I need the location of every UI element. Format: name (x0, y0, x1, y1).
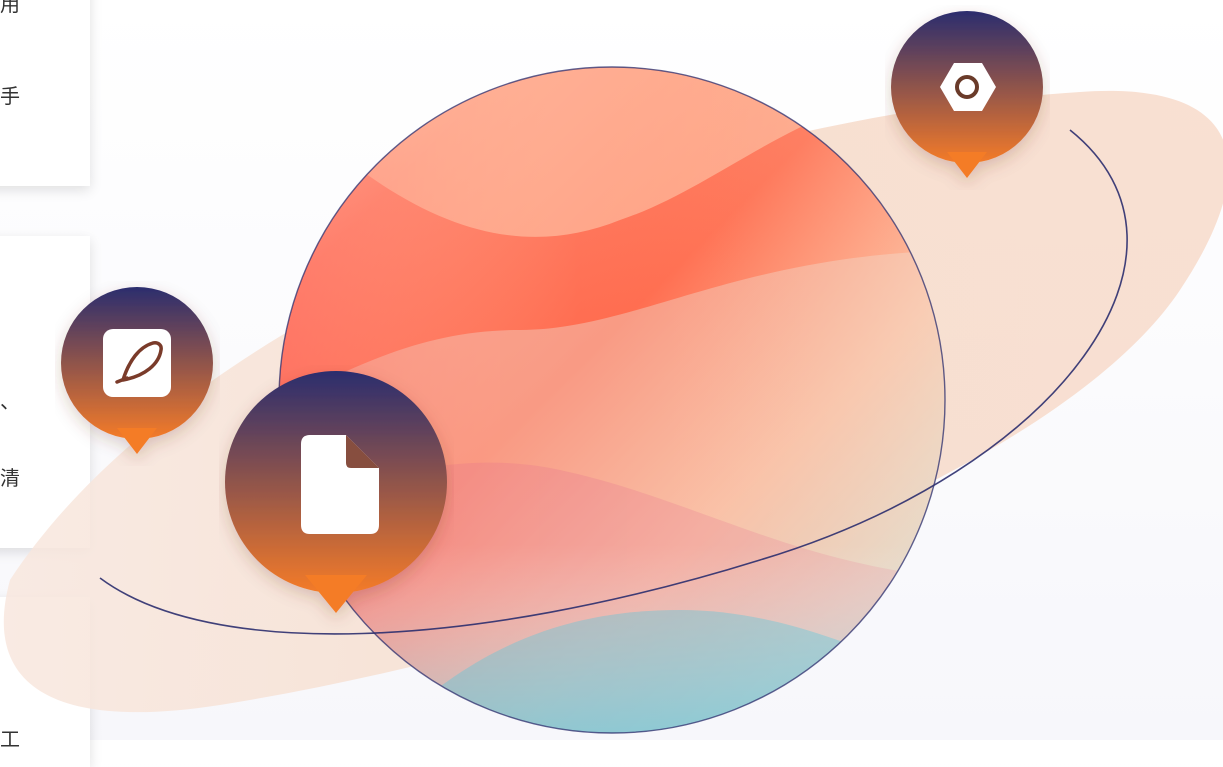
pin-edit[interactable] (55, 281, 220, 470)
pin-edit-shape (61, 287, 213, 454)
pencil-icon (103, 329, 171, 397)
pin-settings[interactable] (885, 5, 1050, 194)
pin-settings-shape (891, 11, 1043, 178)
pin-document-shape (225, 371, 447, 613)
pin-document[interactable] (219, 365, 454, 634)
